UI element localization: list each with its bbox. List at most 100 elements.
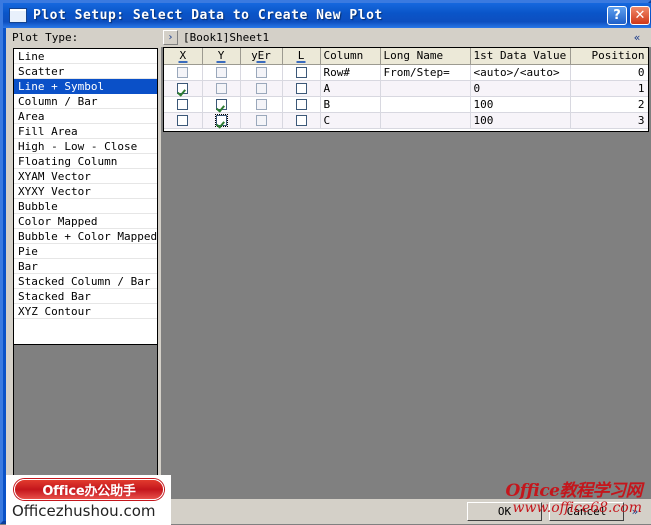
cell-pos[interactable]: 0 <box>570 64 648 81</box>
plot-type-item[interactable]: Bubble <box>14 199 157 214</box>
cell-long[interactable] <box>380 112 471 129</box>
cell-pos[interactable]: 3 <box>570 112 648 129</box>
checkbox-y[interactable] <box>215 114 227 126</box>
table-row[interactable]: B 100 2 <box>164 96 648 113</box>
plot-type-item[interactable]: XYXY Vector <box>14 184 157 199</box>
cell-yer[interactable] <box>240 96 283 113</box>
cell-pos[interactable]: 2 <box>570 96 648 113</box>
cell-first[interactable]: 0 <box>470 80 571 97</box>
cell-x[interactable] <box>164 112 203 129</box>
cell-column[interactable]: C <box>320 112 381 129</box>
plot-type-item[interactable]: Column / Bar <box>14 94 157 109</box>
plot-type-item[interactable]: Stacked Column / Bar <box>14 274 157 289</box>
cell-long[interactable]: From/Step= <box>380 64 471 81</box>
cell-yer[interactable] <box>240 80 283 97</box>
checkbox-yer[interactable] <box>255 98 267 110</box>
checkbox-yer[interactable] <box>255 82 267 94</box>
cell-x[interactable] <box>164 80 203 97</box>
cell-l[interactable] <box>282 112 321 129</box>
plot-type-item-label: Bubble <box>18 200 58 213</box>
column-header-l[interactable]: L <box>282 48 321 65</box>
column-header-x[interactable]: X <box>164 48 203 65</box>
checkbox-x[interactable] <box>177 66 189 78</box>
column-header-column[interactable]: Column <box>320 48 381 65</box>
chevron-down-icon[interactable]: » <box>628 503 642 520</box>
plot-type-item[interactable]: Line <box>14 49 157 64</box>
checkbox-y[interactable] <box>215 98 227 110</box>
help-button[interactable]: ? <box>607 6 627 25</box>
cell-l[interactable] <box>282 80 321 97</box>
plot-type-item[interactable]: XYZ Contour <box>14 304 157 319</box>
plot-type-label: Plot Type: <box>12 31 79 44</box>
column-header-label: 1st Data Value <box>473 49 567 63</box>
plot-type-item[interactable]: Bubble + Color Mapped <box>14 229 157 244</box>
checkbox-l[interactable] <box>295 114 307 126</box>
plot-type-item-label: Floating Column <box>18 155 118 168</box>
checkbox-x[interactable] <box>177 82 189 94</box>
cell-yer[interactable] <box>240 64 283 81</box>
cell-pos[interactable]: 1 <box>570 80 648 97</box>
dialog-client-area: Plot Type: Line Scatter Line + Symbol Colum… <box>6 28 651 524</box>
table-row[interactable]: Row# From/Step= <auto>/<auto> 0 <box>164 64 648 81</box>
column-header-y[interactable]: Y <box>202 48 241 65</box>
cell-column[interactable]: Row# <box>320 64 381 81</box>
cell-x[interactable] <box>164 96 203 113</box>
cell-yer[interactable] <box>240 112 283 129</box>
cell-l[interactable] <box>282 96 321 113</box>
checkbox-x[interactable] <box>177 114 189 126</box>
table-row[interactable]: A 01 <box>164 80 648 97</box>
table-row[interactable]: C 100 3 <box>164 112 648 129</box>
cell-y[interactable] <box>202 80 241 97</box>
plot-type-item[interactable]: Pie <box>14 244 157 259</box>
sheet-name-label: [Book1]Sheet1 <box>183 31 270 44</box>
cell-column[interactable]: A <box>320 80 381 97</box>
plot-type-item[interactable]: Floating Column <box>14 154 157 169</box>
checkbox-yer[interactable] <box>255 114 267 126</box>
checkbox-l[interactable] <box>295 66 307 78</box>
plot-type-item-label: XYZ Contour <box>18 305 91 318</box>
plot-type-list[interactable]: Line Scatter Line + Symbol Column / Bar Area… <box>13 48 158 345</box>
plot-type-item[interactable]: Area <box>14 109 157 124</box>
column-data-grid[interactable]: X YyEr L Column Long Name 1st Data Value Posit… <box>163 47 649 132</box>
checkbox-wrapper <box>255 82 268 95</box>
plot-type-item[interactable]: Bar <box>14 259 157 274</box>
data-selection-panel: › [Book1]Sheet1 « X YyEr L Column Long Name 1… <box>161 28 651 499</box>
checkbox-l[interactable] <box>295 98 307 110</box>
plot-type-item[interactable]: High - Low - Close <box>14 139 157 154</box>
checkbox-x[interactable] <box>177 98 189 110</box>
checkbox-y[interactable] <box>215 66 227 78</box>
cell-y[interactable] <box>202 64 241 81</box>
plot-type-item[interactable]: Scatter <box>14 64 157 79</box>
cell-y[interactable] <box>202 96 241 113</box>
cell-long[interactable] <box>380 80 471 97</box>
checkbox-wrapper <box>176 82 189 95</box>
expand-arrow-icon[interactable]: › <box>163 30 178 45</box>
plot-type-item[interactable]: Fill Area <box>14 124 157 139</box>
column-header-pos[interactable]: Position <box>570 48 648 65</box>
cell-x[interactable] <box>164 64 203 81</box>
cell-first[interactable]: <auto>/<auto> <box>470 64 571 81</box>
plot-type-item[interactable]: XYAM Vector <box>14 169 157 184</box>
plot-type-item[interactable]: Line + Symbol <box>14 79 157 94</box>
checkbox-yer[interactable] <box>255 66 267 78</box>
column-header-first[interactable]: 1st Data Value <box>470 48 571 65</box>
plot-setup-dialog: Plot Setup: Select Data to Create New Pl… <box>0 0 651 525</box>
ok-button[interactable]: OK <box>467 502 542 521</box>
cell-first[interactable]: 100 <box>470 112 571 129</box>
checkbox-l[interactable] <box>295 82 307 94</box>
cell-l[interactable] <box>282 64 321 81</box>
cancel-button[interactable]: Cancel <box>549 502 624 521</box>
cell-first[interactable]: 100 <box>470 96 571 113</box>
plot-type-item-label: Area <box>18 110 45 123</box>
plot-type-item[interactable]: Color Mapped <box>14 214 157 229</box>
cell-column[interactable]: B <box>320 96 381 113</box>
chevron-up-icon[interactable]: « <box>629 29 645 45</box>
column-header-label: Column <box>323 49 364 63</box>
column-header-long[interactable]: Long Name <box>380 48 471 65</box>
column-header-yer[interactable]: yEr <box>240 48 283 65</box>
cell-y[interactable] <box>202 112 241 129</box>
checkbox-y[interactable] <box>215 82 227 94</box>
close-button[interactable]: ✕ <box>630 6 650 25</box>
cell-long[interactable] <box>380 96 471 113</box>
plot-type-item[interactable]: Stacked Bar <box>14 289 157 304</box>
